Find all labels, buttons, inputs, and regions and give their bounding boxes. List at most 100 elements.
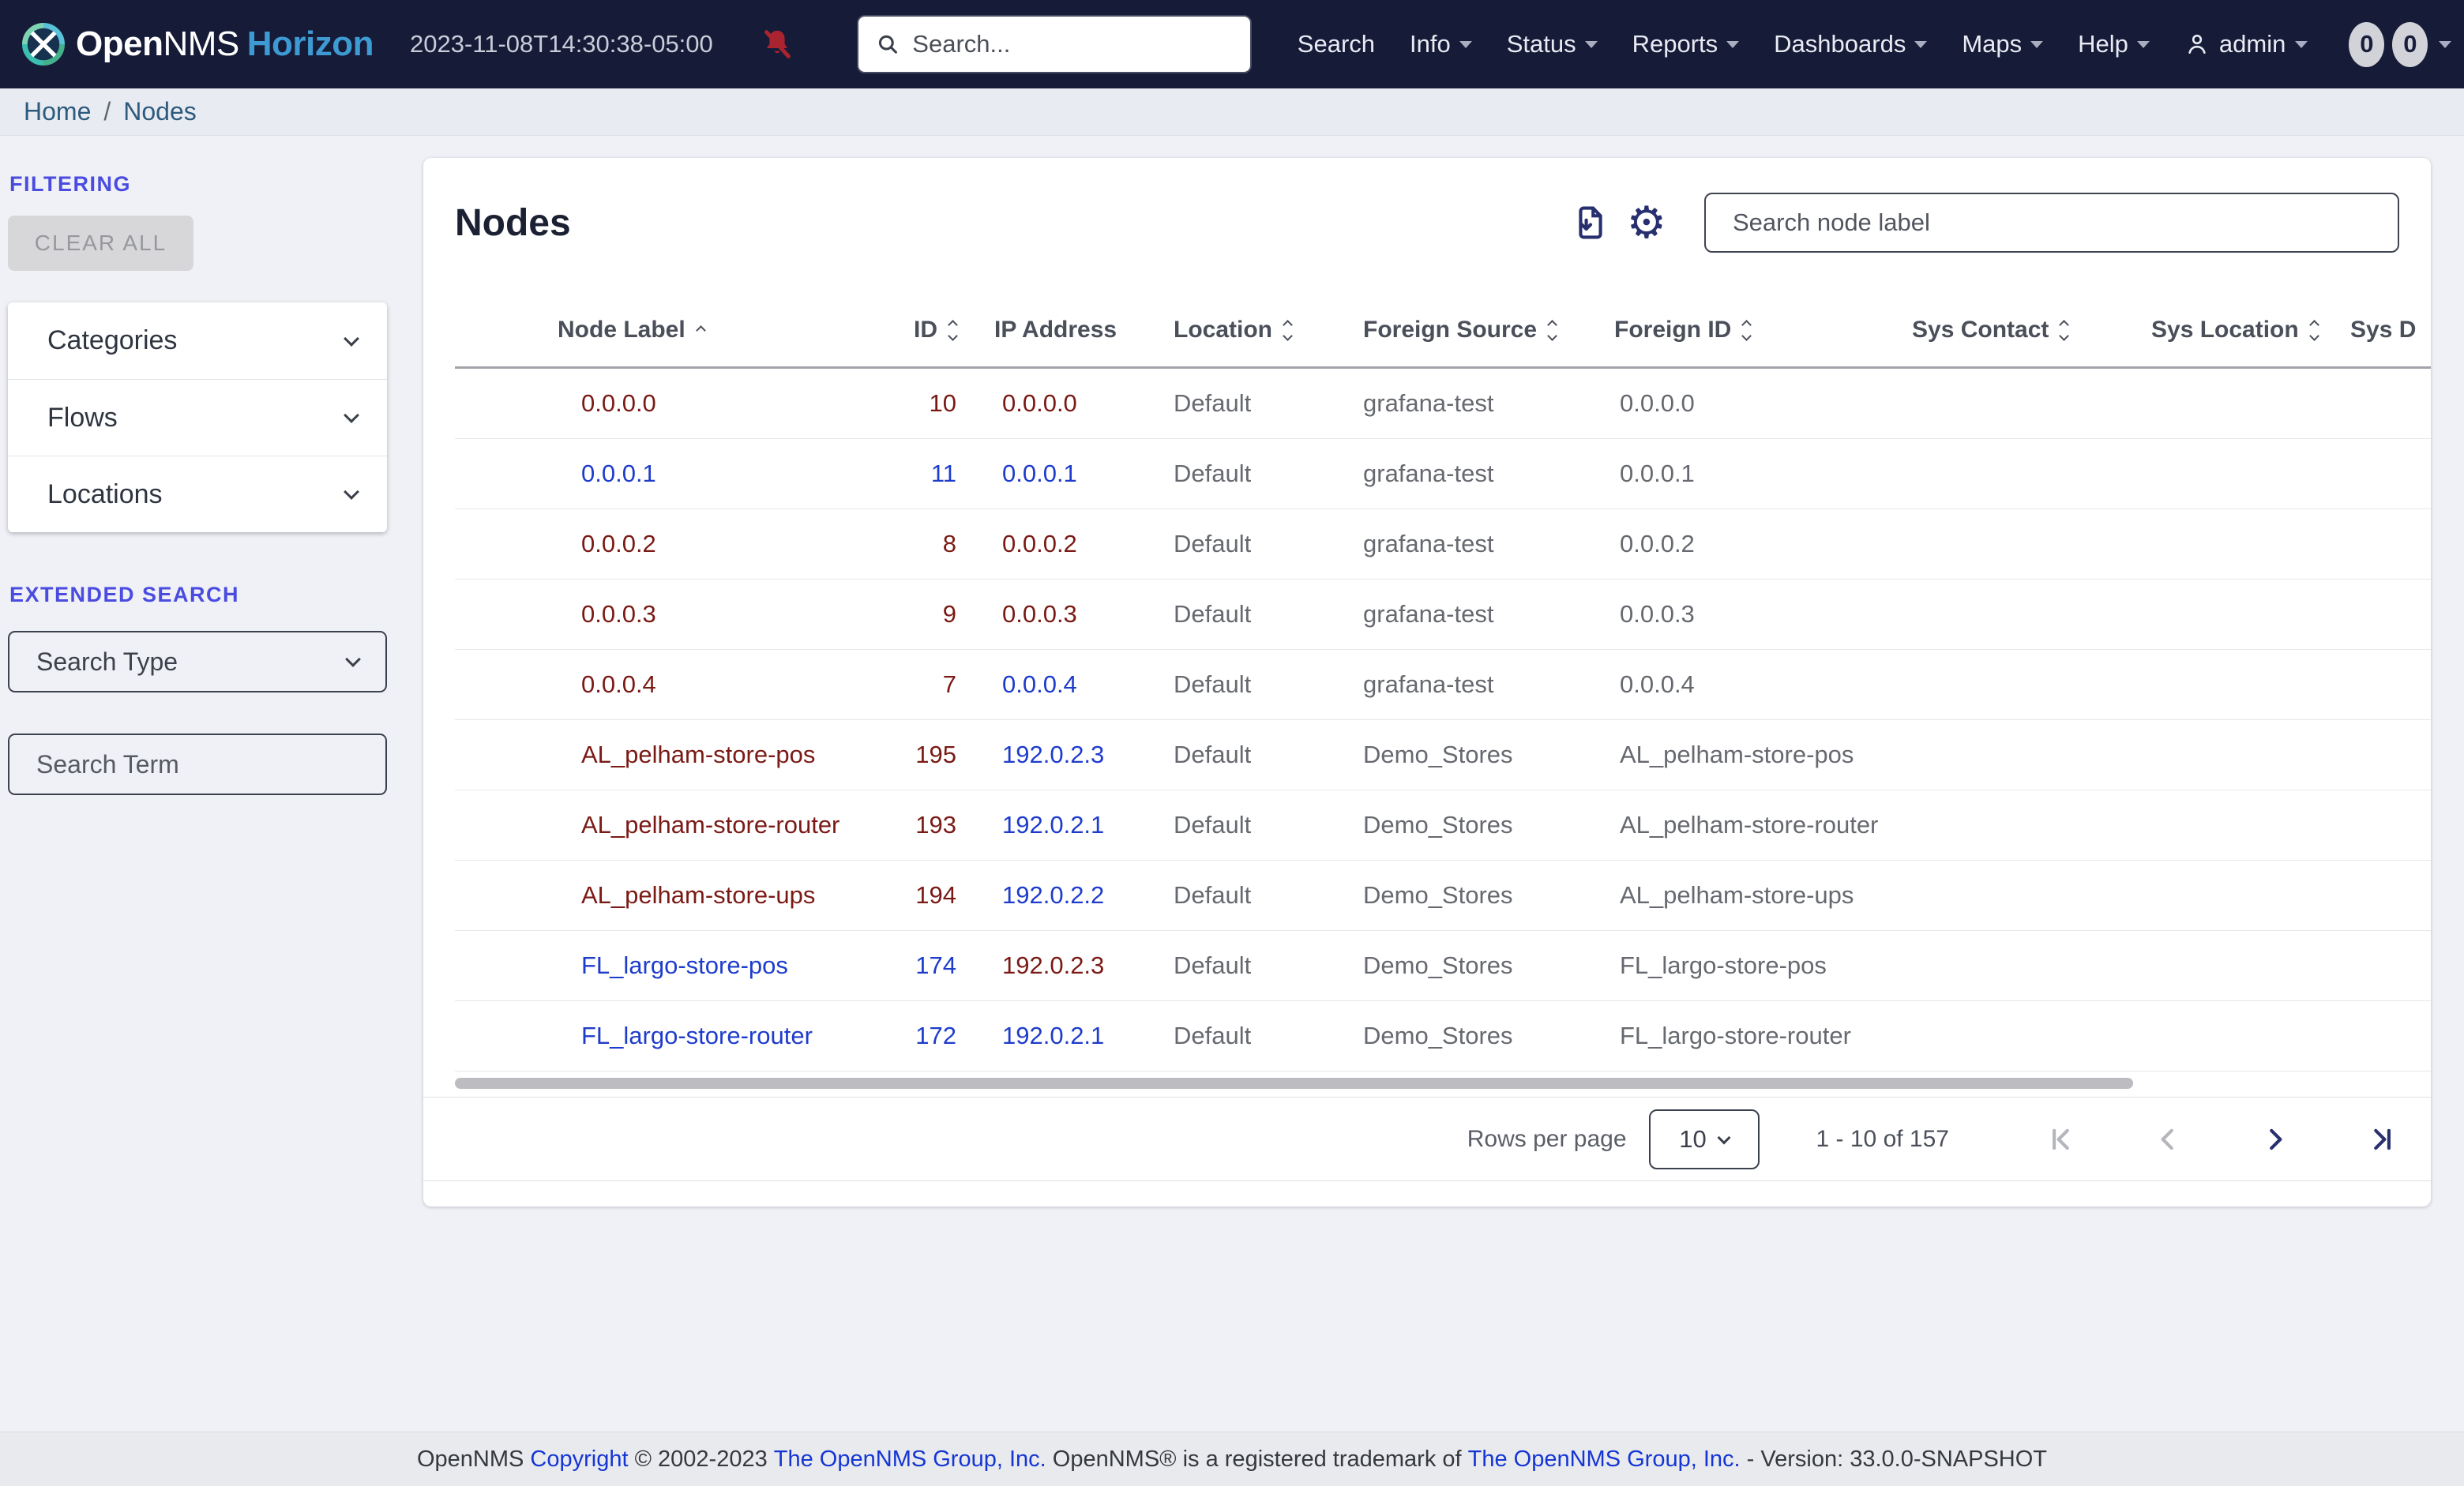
accordion-section[interactable]: Locations [8,456,387,532]
rows-per-page-label: Rows per page [1467,1125,1627,1152]
foreign-source-cell: Demo_Stores [1363,951,1513,979]
chevron-down-icon [344,484,359,500]
global-search-input[interactable] [912,30,1233,58]
horizontal-scrollbar-thumb[interactable] [455,1078,2133,1089]
column-header[interactable]: Sys Location [2125,317,2350,343]
column-header[interactable]: ID [850,317,963,343]
node-id-link[interactable]: 10 [930,389,956,417]
table-row: FL_largo-store-router 172 192.0.2.1 Defa… [455,1001,2431,1071]
notifications-muted-bell-icon[interactable] [759,26,795,62]
node-label-link[interactable]: 0.0.0.1 [581,460,656,487]
footer-segment: OpenNMS® is a registered trademark of [1046,1446,1468,1472]
nav-menu-item[interactable]: Status [1507,30,1598,58]
notification-count-badge[interactable]: 0 [2392,21,2428,67]
node-label-link[interactable]: AL_pelham-store-ups [581,881,815,909]
foreign-source-cell: Demo_Stores [1363,811,1513,839]
chevron-down-icon [2136,40,2150,48]
previous-page-button[interactable] [2153,1124,2183,1154]
node-ip-link[interactable]: 0.0.0.4 [1002,670,1077,698]
node-label-link[interactable]: 0.0.0.3 [581,600,656,628]
node-id-link[interactable]: 7 [943,670,956,698]
first-page-button[interactable] [2045,1124,2075,1154]
foreign-id-cell: AL_pelham-store-ups [1620,881,1854,909]
node-label-search-input[interactable] [1704,193,2399,253]
footer-segment[interactable]: The OpenNMS Group, Inc. [1468,1447,1741,1473]
foreign-id-cell: 0.0.0.1 [1620,460,1695,487]
table-settings-gear-icon[interactable]: ⚙ [1627,201,1666,245]
column-header[interactable]: Node Label [558,317,850,343]
footer-segment[interactable]: Copyright [530,1447,628,1473]
filter-accordion: Categories Flows Locations [8,302,387,532]
node-label-link[interactable]: 0.0.0.0 [581,389,656,417]
nav-menu-item[interactable]: Reports [1632,30,1740,58]
node-label-link[interactable]: AL_pelham-store-pos [581,741,815,768]
nav-menu-item[interactable]: Help [2078,30,2150,58]
accordion-section[interactable]: Categories [8,302,387,379]
download-file-icon [1579,206,1602,239]
search-icon [878,35,897,54]
node-id-link[interactable]: 194 [915,881,956,909]
node-ip-link[interactable]: 0.0.0.1 [1002,460,1077,487]
node-label-link[interactable]: 0.0.0.2 [581,530,656,557]
location-cell: Default [1174,600,1252,628]
location-cell: Default [1174,811,1252,839]
clear-all-button[interactable]: CLEAR ALL [8,216,193,271]
badges-chevron-down-icon[interactable] [2439,40,2452,48]
alarm-notification-badges[interactable]: 0 0 [2349,21,2428,67]
brand[interactable]: OpenNMS Horizon [22,23,374,66]
footer-segment: OpenNMS [416,1446,531,1472]
node-id-link[interactable]: 193 [915,811,956,839]
node-label-link[interactable]: 0.0.0.4 [581,670,656,698]
node-id-link[interactable]: 172 [915,1022,956,1049]
node-id-link[interactable]: 195 [915,741,956,768]
footer-segment[interactable]: The OpenNMS Group, Inc. [774,1447,1046,1473]
column-header[interactable]: Foreign ID [1588,317,1896,343]
column-header[interactable]: Sys D [2350,317,2431,343]
node-id-link[interactable]: 8 [943,530,956,557]
breadcrumb-home-link[interactable]: Home [24,97,91,126]
node-id-link[interactable]: 11 [931,460,956,487]
breadcrumb-current-link[interactable]: Nodes [123,97,197,126]
column-header[interactable]: Location [1142,317,1332,343]
column-header[interactable]: Foreign Source [1332,317,1588,343]
search-term-input[interactable] [9,735,385,794]
filtering-heading: FILTERING [9,172,131,196]
node-ip-link[interactable]: 0.0.0.2 [1002,530,1077,557]
nav-menu-item[interactable]: Search [1298,30,1375,58]
chevron-down-icon [2030,40,2044,48]
node-ip-link[interactable]: 0.0.0.3 [1002,600,1077,628]
export-download-button[interactable] [1570,202,1611,243]
nav-menu-item[interactable]: Maps [1962,30,2044,58]
breadcrumb-separator: / [103,97,111,126]
node-label-link[interactable]: FL_largo-store-router [581,1022,813,1049]
foreign-source-cell: grafana-test [1363,600,1494,628]
node-ip-link[interactable]: 0.0.0.0 [1002,389,1077,417]
node-label-link[interactable]: AL_pelham-store-router [581,811,839,839]
notification-count-badge[interactable]: 0 [2349,21,2385,67]
table-row: AL_pelham-store-ups 194 192.0.2.2 Defaul… [455,861,2431,931]
table-row: 0.0.0.4 7 0.0.0.4 Default grafana-test 0… [455,650,2431,720]
column-header[interactable]: Sys Contact [1896,317,2125,343]
column-header[interactable]: IP Address [963,317,1142,343]
page-size-select[interactable]: 10 [1648,1109,1760,1169]
node-ip-link[interactable]: 192.0.2.2 [1002,881,1104,909]
user-menu[interactable]: admin [2184,30,2308,58]
node-id-link[interactable]: 9 [943,600,956,628]
search-term-box [8,734,387,795]
next-page-button[interactable] [2260,1124,2290,1154]
last-page-button[interactable] [2368,1124,2398,1154]
node-id-link[interactable]: 174 [915,951,956,979]
node-ip-link[interactable]: 192.0.2.1 [1002,1022,1104,1049]
nav-menu-item[interactable]: Info [1410,30,1472,58]
nav-menu-item[interactable]: Dashboards [1774,30,1928,58]
node-ip-link[interactable]: 192.0.2.3 [1002,741,1104,768]
accordion-section[interactable]: Flows [8,379,387,456]
foreign-id-cell: AL_pelham-store-pos [1620,741,1854,768]
chevron-down-icon [344,407,359,423]
search-type-select[interactable]: Search Type [8,631,387,692]
node-ip-link[interactable]: 192.0.2.1 [1002,811,1104,839]
node-ip-link[interactable]: 192.0.2.3 [1002,951,1104,979]
node-label-link[interactable]: FL_largo-store-pos [581,951,788,979]
location-cell: Default [1174,389,1252,417]
nav-menu: Search Info Status Reports Dashboards Ma… [1298,30,2150,58]
